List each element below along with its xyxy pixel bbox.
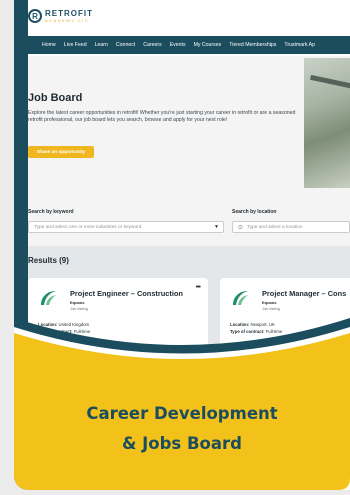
banner-title-line2: & Jobs Board [122,434,242,453]
screenshot-card: R RETROFIT ACADEMY CIC Home Live Feed Le… [14,0,350,490]
banner-title-line1: Career Development [86,404,278,423]
